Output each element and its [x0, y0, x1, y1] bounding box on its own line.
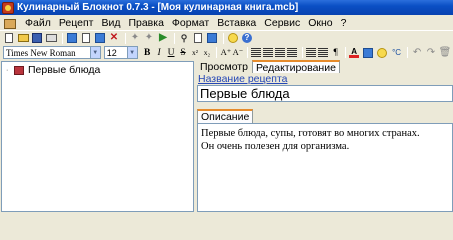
document-menu-icon[interactable]: [3, 17, 17, 29]
menu-bar: Файл Рецепт Вид Правка Формат Вставка Се…: [0, 15, 453, 30]
toolbar-separator: [345, 47, 347, 58]
font-size-select[interactable]: 12 ▼: [103, 46, 138, 59]
degree-button[interactable]: °C: [390, 47, 403, 59]
export-button[interactable]: [206, 32, 218, 44]
tree-expander-icon[interactable]: ·: [6, 67, 13, 74]
menu-format[interactable]: Формат: [168, 17, 213, 29]
strikethrough-button[interactable]: S: [178, 47, 189, 59]
app-icon[interactable]: [2, 1, 14, 14]
grow-font-button[interactable]: A⁺: [220, 47, 232, 59]
toolbar-separator: [62, 32, 63, 44]
book-icon: [14, 65, 24, 75]
tab-edit[interactable]: Редактирование: [251, 60, 340, 74]
standard-toolbar: ✕ ✦ ✦ ▶ ⚲ ?: [0, 30, 453, 45]
trash-button[interactable]: 🗑: [439, 47, 452, 59]
recipe-name-label[interactable]: Название рецепта: [198, 73, 287, 85]
menu-insert[interactable]: Вставка: [213, 17, 260, 29]
insert-image-button[interactable]: [362, 47, 374, 59]
move-down-button[interactable]: ✦: [143, 32, 155, 44]
font-color-button[interactable]: A: [349, 47, 360, 58]
title-bar: Кулинарный Блокнот 0.7.3 - [Моя кулинарн…: [0, 0, 453, 15]
shrink-font-button[interactable]: A⁻: [232, 47, 244, 59]
recipe-editor: Просмотр Редактирование Название рецепта…: [196, 60, 453, 212]
paragraph-button[interactable]: ¶: [330, 47, 341, 59]
main-area: · Первые блюда Просмотр Редактирование Н…: [0, 60, 453, 212]
undo-button[interactable]: ↶: [411, 47, 423, 59]
font-name-value: Times New Roman: [6, 47, 76, 58]
align-center-icon[interactable]: [263, 48, 274, 57]
tab-description[interactable]: Описание: [197, 109, 254, 123]
export-icon: [207, 33, 217, 43]
menu-file[interactable]: Файл: [21, 17, 55, 29]
view-tabs: Просмотр Редактирование: [196, 60, 340, 74]
add-category-button[interactable]: [80, 32, 92, 44]
recipe-name-input[interactable]: Первые блюда: [197, 85, 453, 102]
align-justify-icon[interactable]: [287, 48, 298, 57]
save-button[interactable]: [31, 32, 43, 44]
image-icon: [363, 47, 374, 58]
align-left-icon[interactable]: [251, 48, 262, 57]
insert-symbol-button[interactable]: [376, 47, 388, 59]
new-document-button[interactable]: [3, 32, 15, 44]
new-document-icon: [5, 33, 13, 43]
toolbar-separator: [302, 47, 304, 58]
indent-icon[interactable]: [318, 48, 329, 57]
smile-button[interactable]: [227, 32, 239, 44]
help-button[interactable]: ?: [241, 32, 253, 44]
delete-button[interactable]: ✕: [108, 32, 120, 44]
toolbar-separator: [247, 47, 249, 58]
edit-recipe-button[interactable]: [94, 32, 106, 44]
tab-view[interactable]: Просмотр: [196, 60, 252, 73]
underline-button[interactable]: U: [166, 47, 177, 59]
subscript-button[interactable]: x₂: [201, 47, 212, 59]
print-icon: [45, 34, 57, 42]
menu-help[interactable]: ?: [337, 17, 351, 29]
edit-icon: [95, 33, 105, 43]
bullet-list-icon[interactable]: [306, 48, 317, 57]
tree-item-label: Первые блюда: [28, 64, 101, 76]
tree-item[interactable]: · Первые блюда: [6, 64, 100, 76]
move-up-button[interactable]: ✦: [129, 32, 141, 44]
window-title: Кулинарный Блокнот 0.7.3 - [Моя кулинарн…: [17, 2, 299, 13]
description-line: Первые блюда, супы, готовят во многих ст…: [201, 128, 420, 139]
italic-button[interactable]: I: [154, 47, 165, 59]
chevron-down-icon[interactable]: ▼: [126, 47, 137, 58]
find-button[interactable]: ⚲: [178, 32, 190, 44]
preview-icon: [194, 33, 202, 43]
toolbar-separator: [125, 32, 126, 44]
print-button[interactable]: [45, 32, 57, 44]
bold-button[interactable]: B: [142, 47, 153, 59]
font-size-value: 12: [106, 47, 117, 58]
open-button[interactable]: [17, 32, 29, 44]
description-line: Он очень полезен для организма.: [201, 141, 350, 152]
add-recipe-button[interactable]: [66, 32, 78, 44]
page-icon: [82, 33, 90, 43]
toolbar-separator: [223, 32, 224, 44]
folder-icon: [17, 34, 29, 42]
book-icon: [67, 33, 77, 43]
menu-edit[interactable]: Правка: [124, 17, 167, 29]
forward-button[interactable]: ▶: [157, 32, 169, 44]
menu-recipe[interactable]: Рецепт: [55, 17, 98, 29]
toolbar-separator: [174, 32, 175, 44]
superscript-button[interactable]: x²: [190, 47, 201, 59]
recipe-tree[interactable]: · Первые блюда: [1, 61, 194, 212]
menu-window[interactable]: Окно: [304, 17, 336, 29]
chevron-down-icon[interactable]: ▼: [89, 47, 100, 58]
smile-icon: [228, 33, 238, 43]
toolbar-separator: [216, 47, 218, 58]
menu-tools[interactable]: Сервис: [260, 17, 304, 29]
preview-button[interactable]: [192, 32, 204, 44]
menu-view[interactable]: Вид: [97, 17, 124, 29]
description-editor[interactable]: Первые блюда, супы, готовят во многих ст…: [197, 123, 453, 212]
format-toolbar: Times New Roman ▼ 12 ▼ B I U S x² x₂ A⁺ …: [0, 45, 453, 60]
toolbar-separator: [407, 47, 409, 58]
symbol-icon: [377, 47, 388, 58]
save-icon: [32, 33, 42, 43]
help-icon: ?: [242, 33, 252, 43]
font-name-select[interactable]: Times New Roman ▼: [3, 46, 101, 59]
align-right-icon[interactable]: [275, 48, 286, 57]
redo-button[interactable]: ↷: [425, 47, 437, 59]
